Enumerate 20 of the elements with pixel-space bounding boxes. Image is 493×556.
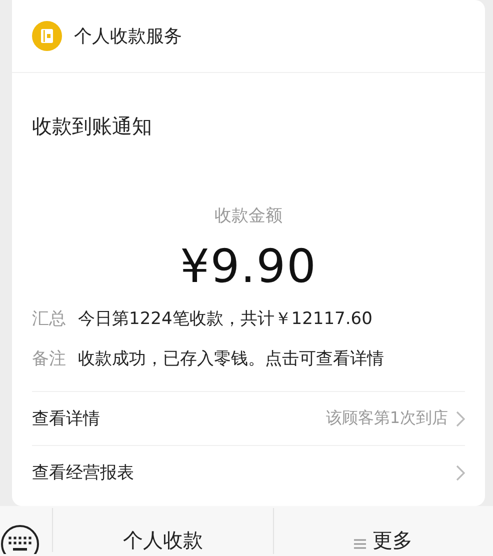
menu-icon xyxy=(354,538,366,550)
amount-label: 收款金额 xyxy=(214,205,282,227)
link-note: 该顾客第1次到店 xyxy=(326,408,448,429)
service-title: 个人收款服务 xyxy=(74,25,182,48)
menu-button[interactable]: 更多 xyxy=(274,508,493,554)
amount-value: ¥9.90 xyxy=(180,239,317,293)
link-label: 查看详情 xyxy=(32,408,100,430)
detail-label: 汇总 xyxy=(32,308,66,331)
detail-label: 备注 xyxy=(32,348,66,371)
wallet-icon xyxy=(32,21,62,51)
menu-button[interactable]: 个人收款 xyxy=(53,508,274,554)
chevron-right-icon xyxy=(456,410,465,426)
link-row[interactable]: 查看详情 该顾客第1次到店 xyxy=(32,391,465,445)
keyboard-icon[interactable] xyxy=(0,524,40,554)
link-label: 查看经营报表 xyxy=(32,462,134,484)
notice-title: 收款到账通知 xyxy=(32,113,153,140)
chevron-right-icon xyxy=(456,464,465,480)
detail-value: 收款成功，已存入零钱。点击可查看详情 xyxy=(78,348,384,371)
link-row[interactable]: 查看经营报表 xyxy=(32,445,465,499)
detail-value: 今日第1224笔收款，共计￥12117.60 xyxy=(78,308,372,331)
